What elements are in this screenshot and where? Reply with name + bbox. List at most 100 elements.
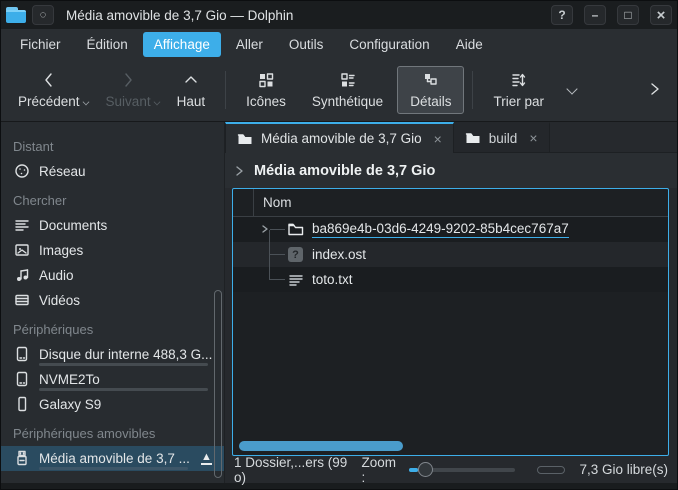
column-header-nom[interactable]: Nom bbox=[254, 195, 292, 210]
sidebar-item-reseau[interactable]: Réseau bbox=[1, 159, 224, 184]
toolbar-separator bbox=[472, 71, 473, 109]
zoom-label: Zoom : bbox=[361, 455, 399, 485]
icons-view-button[interactable]: Icônes bbox=[234, 66, 298, 114]
menu-aller[interactable]: Aller bbox=[225, 32, 274, 57]
sidebar-item-disque-dur-interne[interactable]: Disque dur interne 488,3 G... bbox=[1, 342, 224, 367]
sidebar-item-videos[interactable]: Vidéos bbox=[1, 288, 224, 313]
tab-label: build bbox=[489, 131, 518, 146]
sidebar-item-label: Audio bbox=[39, 268, 74, 283]
file-name[interactable]: ba869e4b-03d6-4249-9202-85b4cec767a7 bbox=[312, 221, 569, 238]
toolbar-overflow-button[interactable] bbox=[637, 80, 673, 101]
horizontal-scrollbar[interactable] bbox=[237, 441, 664, 451]
dolphin-app-icon bbox=[6, 7, 26, 23]
chevron-up-icon bbox=[182, 71, 200, 89]
column-header-corner bbox=[233, 189, 254, 216]
sidebar-item-label: Vidéos bbox=[39, 293, 80, 308]
disk-usage-bar bbox=[39, 388, 208, 391]
sidebar-item-label: Images bbox=[39, 243, 83, 258]
help-button[interactable]: ? bbox=[551, 5, 573, 25]
breadcrumb-location[interactable]: Média amovible de 3,7 Gio bbox=[254, 163, 435, 179]
tab-close-icon[interactable]: × bbox=[529, 130, 537, 146]
sidebar-item-nvme2to[interactable]: NVME2To bbox=[1, 367, 224, 392]
zoom-slider-handle[interactable] bbox=[418, 462, 433, 477]
details-view-button[interactable]: Détails bbox=[397, 66, 464, 114]
eject-icon: ▲ bbox=[201, 452, 212, 462]
free-space-capacity-bar bbox=[537, 466, 566, 474]
free-space-label: 7,3 Gio libre(s) bbox=[579, 462, 668, 477]
back-label: Précédent bbox=[18, 94, 80, 109]
sidebar-item-audio[interactable]: Audio bbox=[1, 263, 224, 288]
compact-view-button[interactable]: Synthétique bbox=[300, 66, 395, 114]
up-label: Haut bbox=[177, 94, 206, 109]
toolbar: Précédent Suivant Haut Icônes Synthétiq bbox=[1, 59, 677, 122]
close-button[interactable]: × bbox=[650, 5, 672, 25]
network-icon bbox=[13, 163, 30, 179]
menu-outils[interactable]: Outils bbox=[278, 32, 335, 57]
unknown-file-icon: ? bbox=[287, 247, 304, 262]
eject-button[interactable]: ▲ bbox=[201, 452, 212, 465]
statusbar: 1 Dossier,...ers (99 o) Zoom : 7,3 Gio l… bbox=[225, 456, 677, 483]
window-title: Média amovible de 3,7 Gio — Dolphin bbox=[66, 8, 293, 23]
tabbar: Média amovible de 3,7 Gio × build × bbox=[225, 122, 677, 153]
file-row-toto-txt[interactable]: toto.txt bbox=[233, 267, 668, 292]
sidebar-item-label: Disque dur interne 488,3 G... bbox=[39, 347, 212, 362]
sidebar-item-galaxy-s9[interactable]: Galaxy S9 bbox=[1, 392, 224, 417]
horizontal-scrollbar-thumb[interactable] bbox=[239, 441, 403, 451]
menu-fichier[interactable]: Fichier bbox=[9, 32, 72, 57]
file-name[interactable]: toto.txt bbox=[312, 272, 353, 287]
up-button[interactable]: Haut bbox=[165, 66, 218, 114]
smartphone-icon bbox=[13, 396, 30, 412]
chevron-right-icon bbox=[119, 71, 137, 89]
disk-usage-bar bbox=[39, 467, 188, 470]
sidebar-item-label: Réseau bbox=[39, 164, 86, 179]
tab-build[interactable]: build × bbox=[454, 122, 550, 152]
sidebar-item-documents[interactable]: Documents bbox=[1, 213, 224, 238]
icons-view-label: Icônes bbox=[246, 94, 286, 109]
sidebar-item-label: Galaxy S9 bbox=[39, 397, 101, 412]
compact-view-icon bbox=[339, 71, 357, 89]
sidebar-item-media-amovible[interactable]: Média amovible de 3,7 ... ▲ bbox=[1, 446, 224, 471]
titlebar: ◌ Média amovible de 3,7 Gio — Dolphin ? … bbox=[1, 1, 677, 29]
toolbar-separator bbox=[225, 71, 226, 109]
zoom-slider[interactable] bbox=[409, 461, 515, 479]
details-view-icon bbox=[422, 71, 440, 89]
file-name[interactable]: index.ost bbox=[312, 247, 366, 262]
menu-affichage[interactable]: Affichage bbox=[143, 32, 221, 57]
image-icon bbox=[13, 242, 30, 258]
window-menu-button[interactable]: ◌ bbox=[32, 5, 54, 25]
back-button[interactable]: Précédent bbox=[6, 66, 92, 114]
section-chercher: Chercher bbox=[1, 184, 224, 213]
minimize-button[interactable]: – bbox=[584, 5, 606, 25]
document-lines-icon bbox=[13, 217, 30, 233]
maximize-icon: □ bbox=[624, 8, 631, 22]
sort-dropdown-icon[interactable] bbox=[567, 85, 577, 95]
window-menu-icon: ◌ bbox=[40, 9, 47, 21]
menu-configuration[interactable]: Configuration bbox=[338, 32, 440, 57]
hard-drive-icon bbox=[13, 371, 30, 387]
film-icon bbox=[13, 292, 30, 308]
sidebar-item-images[interactable]: Images bbox=[1, 238, 224, 263]
tab-label: Média amovible de 3,7 Gio bbox=[261, 131, 422, 146]
menu-aide[interactable]: Aide bbox=[445, 32, 494, 57]
tab-close-icon[interactable]: × bbox=[434, 131, 442, 147]
file-row-index-ost[interactable]: ? index.ost bbox=[233, 242, 668, 267]
folder-icon bbox=[237, 132, 253, 146]
forward-button[interactable]: Suivant bbox=[94, 66, 163, 114]
file-row-folder[interactable]: ba869e4b-03d6-4249-9202-85b4cec767a7 bbox=[233, 217, 668, 242]
minimize-icon: – bbox=[592, 8, 599, 22]
maximize-button[interactable]: □ bbox=[617, 5, 639, 25]
back-dropdown-icon[interactable] bbox=[83, 98, 90, 105]
dolphin-window: ◌ Média amovible de 3,7 Gio — Dolphin ? … bbox=[0, 0, 678, 490]
folder-icon bbox=[287, 222, 304, 237]
sort-by-button[interactable]: Trier par bbox=[481, 66, 556, 114]
music-note-icon bbox=[13, 267, 30, 283]
folder-icon bbox=[465, 131, 481, 145]
column-header-row: Nom bbox=[233, 189, 668, 217]
breadcrumb[interactable]: Média amovible de 3,7 Gio bbox=[225, 153, 677, 188]
menu-edition[interactable]: Édition bbox=[76, 32, 139, 57]
text-file-icon bbox=[287, 272, 304, 288]
forward-dropdown-icon bbox=[154, 98, 161, 105]
tab-media-amovible[interactable]: Média amovible de 3,7 Gio × bbox=[225, 122, 454, 153]
sort-icon bbox=[510, 71, 528, 89]
sidebar-scrollbar[interactable] bbox=[214, 290, 222, 478]
